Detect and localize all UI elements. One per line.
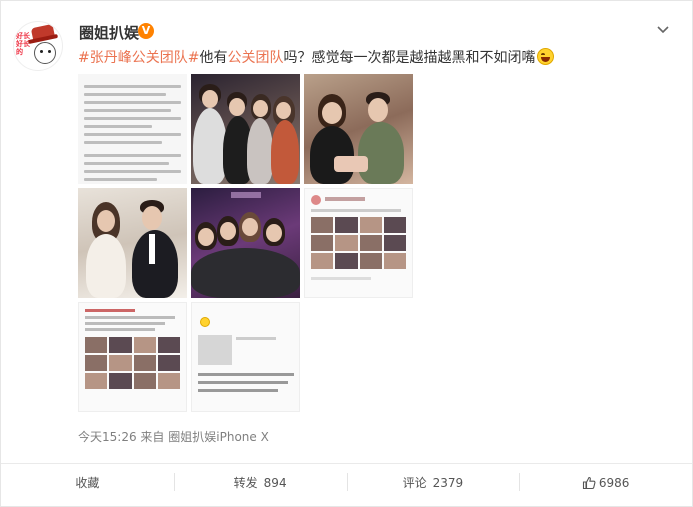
favorite-button[interactable]: 收藏 [1, 464, 174, 501]
repost-count: 894 [263, 475, 287, 490]
keyword-link[interactable]: 公关团队 [227, 50, 283, 66]
avatar-face [34, 42, 56, 64]
post-source[interactable]: 圈姐扒娱iPhone X [168, 430, 269, 444]
author-avatar[interactable]: 好长好长的 [13, 21, 63, 71]
from-label: 来自 [140, 430, 165, 444]
photo-thumbnail[interactable] [304, 74, 413, 184]
photo-thumbnail[interactable] [191, 74, 300, 184]
action-bar: 收藏 转发 894 评论 2379 6986 [1, 463, 692, 501]
photo-thumbnail[interactable] [191, 188, 300, 298]
post-text-segment: 吗？感觉每一次都是越描越黑和不如闭嘴 [283, 50, 536, 66]
weibo-post-card: 好长好长的 圈姐扒娱 V #张丹峰公关团队#他有公关团队吗？感觉每一次都是越描越… [0, 0, 693, 507]
photo-thumbnail[interactable] [78, 188, 187, 298]
verified-icon: V [138, 23, 154, 39]
repost-button[interactable]: 转发 894 [173, 464, 347, 501]
photo-grid [78, 74, 414, 414]
like-count: 6986 [598, 475, 630, 490]
post-text: #张丹峰公关团队#他有公关团队吗？感觉每一次都是越描越黑和不如闭嘴 [78, 48, 555, 67]
post-meta: 今天15:26 来自 圈姐扒娱iPhone X [78, 428, 269, 445]
photo-thumbnail[interactable] [78, 302, 187, 412]
comment-count: 2379 [432, 475, 464, 490]
chevron-down-icon[interactable] [656, 23, 670, 37]
like-button[interactable]: 6986 [519, 464, 692, 501]
author-name[interactable]: 圈姐扒娱 [79, 22, 139, 43]
comment-label: 评论 [402, 476, 427, 490]
post-text-segment: 他有 [199, 50, 228, 66]
repost-label: 转发 [233, 476, 258, 490]
avatar-caption: 好长好长的 [16, 32, 30, 56]
photo-thumbnail[interactable] [191, 302, 300, 412]
avatar-eye [48, 50, 51, 53]
favorite-label: 收藏 [75, 476, 100, 490]
thumbs-up-icon [582, 476, 596, 489]
photo-thumbnail[interactable] [78, 74, 187, 184]
photo-thumbnail[interactable] [304, 188, 413, 298]
hashtag-link[interactable]: #张丹峰公关团队# [78, 50, 199, 66]
post-time[interactable]: 今天15:26 [78, 430, 137, 444]
comment-button[interactable]: 评论 2379 [346, 464, 520, 501]
laughing-emoji-icon [537, 48, 555, 65]
avatar-eye [40, 50, 43, 53]
